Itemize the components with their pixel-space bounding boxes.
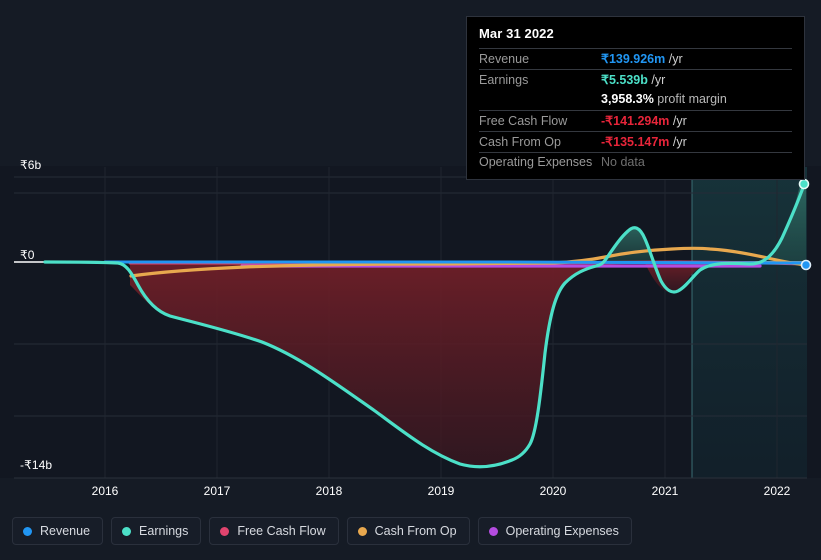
tooltip-label-revenue: Revenue: [479, 52, 530, 66]
tooltip-suffix-revenue: /yr: [665, 52, 683, 66]
earnings-end-marker[interactable]: [798, 178, 810, 190]
tooltip-amount-operating-expenses: No data: [601, 155, 645, 169]
legend-label-free-cash-flow: Free Cash Flow: [237, 524, 326, 538]
tooltip-label-earnings: Earnings: [479, 73, 529, 87]
y-tick-bottom: -₹14b: [20, 458, 53, 472]
x-tick-2017: 2017: [203, 484, 231, 498]
x-tick-2016: 2016: [91, 484, 119, 498]
tooltip-amount-revenue: ₹139.926m: [601, 52, 666, 66]
tooltip-suffix-profit-margin: profit margin: [653, 92, 727, 106]
tooltip-value-profit-margin: 3,958.3% profit margin: [601, 92, 727, 106]
tooltip-label-operating-expenses: Operating Expenses: [479, 155, 593, 169]
tooltip-value-revenue: ₹139.926m /yr: [601, 51, 683, 66]
tooltip-amount-cash-from-op: -₹135.147m: [601, 135, 670, 149]
revenue-end-marker[interactable]: [800, 259, 812, 271]
earnings-color-dot-icon: [122, 526, 132, 536]
tooltip-date: Mar 31 2022: [479, 26, 554, 41]
legend-item-operating-expenses[interactable]: Operating Expenses: [477, 517, 632, 545]
tooltip-value-free-cash-flow: -₹141.294m /yr: [601, 113, 687, 128]
tooltip-amount-earnings: ₹5.539b: [601, 73, 648, 87]
x-tick-2022: 2022: [763, 484, 791, 498]
legend-item-free-cash-flow[interactable]: Free Cash Flow: [209, 517, 339, 545]
free-cash-flow-color-dot-icon: [220, 526, 230, 536]
legend-item-revenue[interactable]: Revenue: [12, 517, 104, 545]
tooltip-suffix-earnings: /yr: [647, 73, 666, 87]
legend-label-cash-from-op: Cash From Op: [374, 524, 457, 538]
chart-tooltip: Mar 31 2022 Revenue ₹139.926m /yr Earnin…: [466, 16, 805, 180]
legend-item-earnings[interactable]: Earnings: [111, 517, 202, 545]
tooltip-row-revenue: Revenue ₹139.926m /yr: [479, 48, 792, 69]
forecast-band: [692, 167, 807, 478]
chart-legend: Revenue Earnings Free Cash Flow Cash Fro…: [12, 517, 632, 545]
tooltip-row-cash-from-op: Cash From Op -₹135.147m /yr: [479, 131, 792, 152]
tooltip-suffix-free-cash-flow: /yr: [669, 114, 687, 128]
revenue-color-dot-icon: [23, 526, 32, 536]
tooltip-row-profit-margin: 3,958.3% profit margin: [479, 90, 792, 110]
x-tick-2020: 2020: [539, 484, 567, 498]
tooltip-label-free-cash-flow: Free Cash Flow: [479, 114, 568, 128]
series-revenue: [103, 260, 807, 265]
cash-from-op-color-dot-icon: [357, 526, 367, 536]
tooltip-label-cash-from-op: Cash From Op: [479, 135, 561, 149]
legend-label-revenue: Revenue: [40, 524, 91, 538]
tooltip-row-operating-expenses: Operating Expenses No data: [479, 152, 792, 173]
tooltip-amount-profit-margin: 3,958.3%: [601, 92, 654, 106]
x-tick-2019: 2019: [427, 484, 455, 498]
legend-label-operating-expenses: Operating Expenses: [505, 524, 619, 538]
x-tick-2021: 2021: [651, 484, 679, 498]
y-tick-top: ₹6b: [20, 158, 42, 172]
tooltip-amount-free-cash-flow: -₹141.294m: [601, 114, 670, 128]
tooltip-value-earnings: ₹5.539b /yr: [601, 72, 665, 87]
stock-financials-chart-page: ₹6b ₹0 -₹14b 2016 2017 2018 2019 2020 20…: [0, 0, 821, 560]
tooltip-row-free-cash-flow: Free Cash Flow -₹141.294m /yr: [479, 110, 792, 131]
x-tick-2018: 2018: [315, 484, 343, 498]
tooltip-value-cash-from-op: -₹135.147m /yr: [601, 134, 687, 149]
legend-item-cash-from-op[interactable]: Cash From Op: [346, 517, 470, 545]
tooltip-row-earnings: Earnings ₹5.539b /yr: [479, 69, 792, 90]
tooltip-suffix-cash-from-op: /yr: [669, 135, 687, 149]
tooltip-value-operating-expenses: No data: [601, 155, 645, 169]
legend-label-earnings: Earnings: [139, 524, 189, 538]
y-tick-zero: ₹0: [20, 248, 35, 262]
operating-expenses-color-dot-icon: [488, 526, 498, 536]
